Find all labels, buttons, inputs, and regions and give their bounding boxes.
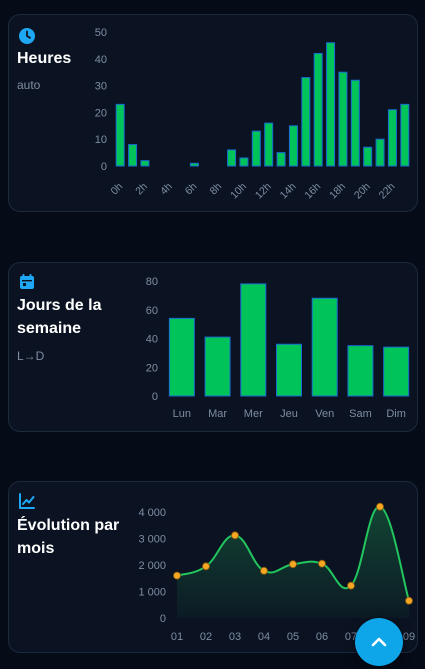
y-tick-label: 2 000 [138, 560, 166, 572]
y-tick-label: 20 [95, 107, 107, 119]
bar [313, 52, 323, 167]
x-tick-label: 01 [171, 631, 183, 643]
x-tick-label: 22h [377, 181, 398, 202]
y-tick-label: 3 000 [138, 534, 166, 546]
bar [204, 336, 231, 397]
data-point [260, 566, 268, 575]
bar [140, 160, 150, 167]
bar [115, 103, 125, 167]
x-tick-label: Mar [208, 408, 227, 420]
data-point [231, 531, 239, 540]
x-tick-label: 2h [133, 181, 150, 198]
x-tick-label: 16h [302, 181, 323, 202]
bar [128, 144, 138, 167]
x-tick-label: Lun [173, 408, 191, 420]
x-tick-label: 18h [327, 181, 348, 202]
x-tick-label: 03 [229, 631, 241, 643]
data-point [347, 581, 355, 590]
data-point [173, 571, 181, 580]
x-tick-label: 12h [253, 181, 274, 202]
data-point [289, 560, 297, 569]
bar [311, 297, 338, 397]
bar [338, 71, 348, 167]
x-tick-label: 4h [158, 181, 175, 198]
y-tick-label: 4 000 [138, 507, 166, 519]
x-tick-label: 0h [109, 181, 126, 198]
bar [240, 283, 267, 397]
x-tick-label: Mer [244, 408, 263, 420]
x-tick-label: 6h [183, 181, 200, 198]
x-tick-label: 10h [228, 181, 249, 202]
bar [189, 162, 199, 167]
bar [264, 122, 274, 167]
hours-bar-chart: 0 10 20 30 40 50 0h 2h 4h 6h 8h 10h 12h 14h 16h 18h 20h 2… [95, 27, 410, 202]
bar [276, 152, 286, 167]
x-tick-label: Sam [349, 408, 372, 420]
data-point [318, 559, 326, 568]
hours-card: Heures auto 0 10 20 30 40 50 0h 2h 4h 6h 8h 10h 12h 1… [8, 14, 418, 212]
x-tick-label: Dim [386, 408, 406, 420]
weekdays-subtitle: L→D [17, 349, 45, 363]
y-tick-label: 40 [146, 334, 158, 346]
y-tick-label: 20 [146, 362, 158, 374]
x-tick-label: Jeu [280, 408, 298, 420]
y-tick-label: 40 [95, 54, 107, 66]
bar [288, 125, 298, 167]
monthly-title: Évolution par mois [17, 517, 120, 557]
x-tick-label: 06 [316, 631, 328, 643]
bar [383, 346, 410, 397]
chevron-up-icon [371, 637, 387, 647]
data-point [405, 596, 413, 605]
clock-icon [19, 28, 35, 44]
bar [347, 345, 374, 397]
bar [387, 109, 397, 167]
y-tick-label: 10 [95, 134, 107, 146]
bar [363, 146, 373, 167]
x-tick-label: 09 [403, 631, 415, 643]
x-tick-label: 20h [352, 181, 373, 202]
y-tick-label: 80 [146, 276, 158, 288]
bar [276, 343, 302, 397]
bar [168, 317, 195, 397]
hours-subtitle: auto [17, 78, 41, 92]
weekdays-card: Jours de la semaine L→D 0 20 40 60 80 Lun Mar M… [8, 262, 418, 432]
x-tick-label: 05 [287, 631, 299, 643]
bar [251, 130, 261, 167]
y-tick-label: 0 [101, 161, 107, 173]
bar [301, 77, 311, 167]
bar [326, 42, 336, 167]
y-tick-label: 30 [95, 81, 107, 93]
y-tick-label: 0 [152, 391, 158, 403]
x-tick-label: 8h [208, 181, 225, 198]
x-tick-label: 02 [200, 631, 212, 643]
y-tick-label: 60 [146, 305, 158, 317]
data-point [376, 502, 384, 511]
bar [350, 79, 360, 167]
weekdays-title: Jours de la semaine [17, 297, 102, 337]
bar [400, 103, 410, 167]
y-tick-label: 0 [160, 613, 166, 625]
trend-chart-icon [19, 493, 35, 509]
bar [375, 138, 385, 167]
bar [239, 157, 249, 167]
weekdays-bar-chart: 0 20 40 60 80 Lun Mar Mer Jeu Ven Sam Dim [146, 276, 410, 420]
x-tick-label: 14h [278, 181, 299, 202]
bar [227, 149, 237, 167]
x-tick-label: Ven [315, 408, 334, 420]
x-tick-label: 04 [258, 631, 270, 643]
calendar-icon [20, 274, 34, 289]
scroll-to-top-button[interactable] [355, 618, 403, 666]
y-tick-label: 50 [95, 27, 107, 39]
monthly-card: Évolution par mois 0 1 000 2 000 3 000 4 000… [8, 481, 418, 653]
y-tick-label: 1 000 [138, 587, 166, 599]
data-point [202, 562, 210, 571]
